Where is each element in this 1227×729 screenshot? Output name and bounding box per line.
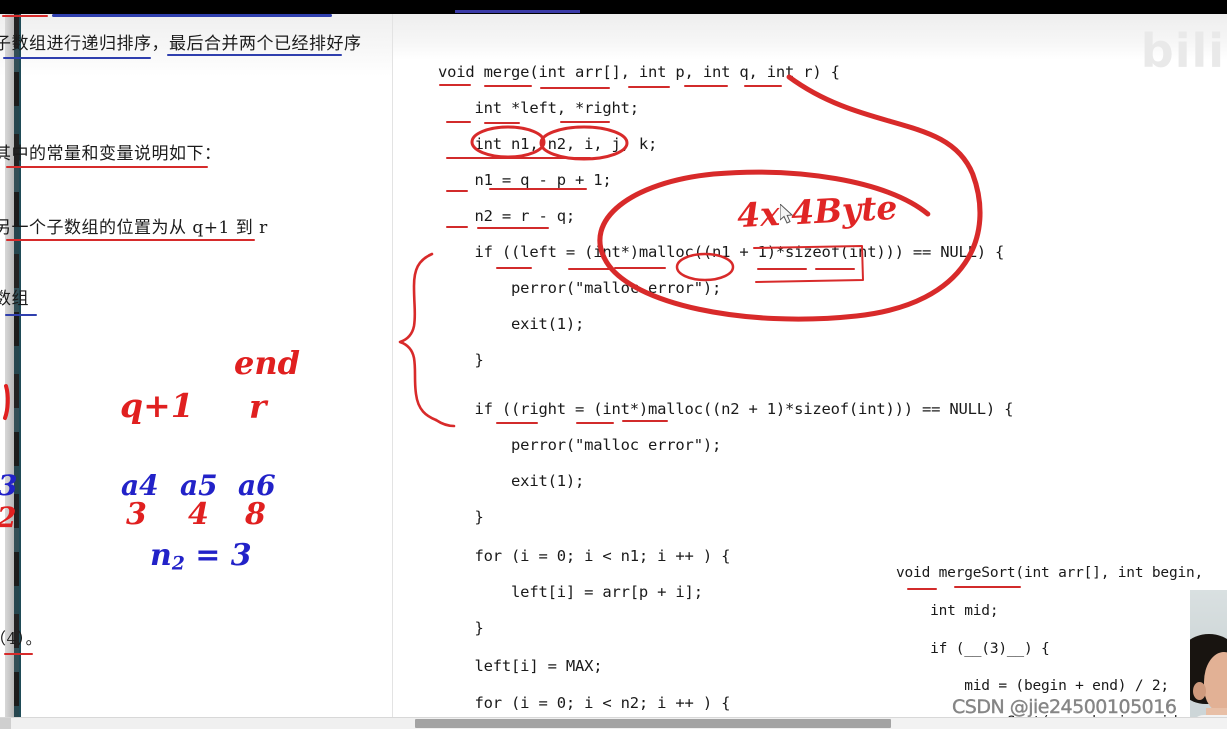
underline-blue-top-b — [3, 57, 151, 59]
ink-underline-right-assign — [496, 422, 538, 424]
code-line-11: perror("malloc error"); — [438, 436, 722, 454]
mergesort-line-2: int mid; — [896, 603, 999, 619]
handwriting-end: end — [234, 344, 300, 382]
horizontal-scrollbar[interactable] — [0, 717, 1227, 729]
ink-underline-n2 — [446, 226, 468, 228]
underline-blue-top-a — [52, 14, 332, 17]
underline-red-line5 — [4, 653, 33, 655]
code-line-8: exit(1); — [438, 315, 585, 333]
code-line-4: n1 = q - p + 1; — [438, 171, 612, 189]
slide-text-line-3: 另一个子数组的位置为从 q+1 到 r — [0, 218, 268, 238]
ink-underline-r — [744, 85, 782, 87]
code-line-13: } — [438, 508, 484, 526]
handwriting-clipped-3: 3 — [0, 472, 17, 500]
webcam-overlay[interactable] — [1190, 590, 1227, 729]
handwriting-r: r — [249, 387, 267, 426]
mergesort-line-4: mid = (begin + end) / 2; — [896, 678, 1169, 694]
ink-underline-void-2 — [907, 588, 937, 590]
code-line-6: if ((left = (int*)malloc((n1 + 1)*sizeof… — [438, 243, 1005, 261]
handwriting-value-8: 8 — [245, 497, 266, 532]
ink-underline-left-var — [484, 122, 520, 124]
ink-underline-int-arg — [815, 268, 855, 270]
screen-capture: 子数组进行递归排序，最后合并两个已经排好序 其中的常量和变量说明如下： 另一个子… — [0, 0, 1227, 729]
ink-underline-left-assign — [496, 267, 532, 269]
ink-underline-decl — [446, 157, 591, 159]
handwriting-a6: a6 — [238, 469, 276, 502]
code-line-7: perror("malloc error"); — [438, 279, 722, 297]
ink-underline-malloc-2 — [622, 420, 668, 422]
code-line-15: left[i] = arr[p + i]; — [438, 583, 703, 601]
handwriting-a4: a4 — [121, 469, 159, 502]
handwriting-n2-equals-3: n2 = 3 — [150, 538, 252, 575]
underline-red-top — [2, 15, 48, 17]
handwriting-value-3: 3 — [126, 497, 147, 532]
ink-underline-mergesort — [954, 586, 1021, 588]
slide-text-line-1: 子数组进行递归排序，最后合并两个已经排好序 — [0, 34, 362, 54]
code-line-14: for (i = 0; i < n1; i ++ ) { — [438, 547, 731, 565]
underline-red-line3 — [6, 239, 255, 241]
slide-text-line-2: 其中的常量和变量说明如下： — [0, 144, 222, 164]
handwriting-a5: a5 — [180, 469, 218, 502]
code-line-5: n2 = r - q; — [438, 207, 576, 225]
code-line-18: for (i = 0; i < n2; i ++ ) { — [438, 694, 731, 712]
ink-underline-merge — [484, 85, 532, 87]
slide-left-rail-edge — [19, 14, 21, 718]
ink-underline-void — [439, 84, 471, 86]
letterbox-blue-sliver — [455, 10, 580, 13]
bilibili-watermark: bili — [1140, 24, 1225, 78]
ink-underline-sizeof — [757, 268, 807, 270]
code-line-17: left[i] = MAX; — [438, 657, 603, 675]
video-letterbox-top — [0, 0, 1227, 14]
ink-underline-malloc — [614, 267, 666, 269]
mouse-cursor-icon — [780, 204, 794, 224]
code-slide-panel[interactable]: void merge(int arr[], int p, int q, int … — [392, 14, 1227, 718]
mergesort-line-1: void mergeSort(int arr[], int begin, — [896, 565, 1204, 581]
webcam-person-ear — [1193, 682, 1206, 700]
underline-red-line2 — [6, 166, 208, 168]
code-ink-overlay — [398, 74, 983, 428]
handwriting-4x-4byte: 4x 4Byte — [736, 187, 899, 236]
underline-blue-top-c — [167, 54, 342, 56]
handwriting-value-4: 4 — [188, 497, 209, 532]
ink-underline-p — [628, 86, 670, 88]
left-slide-panel[interactable]: 子数组进行递归排序，最后合并两个已经排好序 其中的常量和变量说明如下： 另一个子… — [0, 14, 392, 718]
code-line-9: } — [438, 351, 484, 369]
ink-underline-int-cast — [568, 268, 612, 270]
underline-blue-line4 — [5, 314, 37, 316]
code-line-1: void merge(int arr[], int p, int q, int … — [438, 63, 840, 81]
ink-underline-n1-expr — [489, 188, 587, 190]
ink-underline-n1 — [446, 190, 468, 192]
panel-divider — [392, 14, 393, 718]
code-top-shading — [392, 14, 1227, 60]
slide-text-line-5: （4）。 — [0, 629, 43, 648]
ink-underline-int-left — [446, 121, 471, 123]
code-line-12: exit(1); — [438, 472, 585, 490]
scrollbar-left-button[interactable] — [0, 718, 11, 729]
code-line-2: int *left, *right; — [438, 99, 640, 117]
csdn-watermark: CSDN @jie24500105016 — [952, 696, 1177, 718]
ink-underline-right-var — [560, 121, 610, 123]
handwriting-q-plus-1: q+1 — [120, 386, 194, 425]
code-line-10: if ((right = (int*)malloc((n2 + 1)*sizeo… — [438, 400, 1014, 418]
ink-underline-n2-expr — [477, 227, 549, 229]
ink-underline-q — [684, 85, 728, 87]
handwriting-clipped-2: 2 — [0, 504, 16, 532]
ink-underline-int-cast-2 — [576, 422, 614, 424]
slide-text-line-4: 数组 — [0, 289, 29, 309]
scrollbar-track-right[interactable] — [891, 718, 1227, 729]
left-ink-overlay — [3, 384, 10, 420]
mergesort-line-3: if (__(3)__) { — [896, 641, 1050, 657]
code-line-16: } — [438, 619, 484, 637]
ink-underline-arr — [540, 87, 610, 89]
scrollbar-thumb[interactable] — [415, 719, 891, 728]
code-line-3: int n1, n2, i, j, k; — [438, 135, 658, 153]
